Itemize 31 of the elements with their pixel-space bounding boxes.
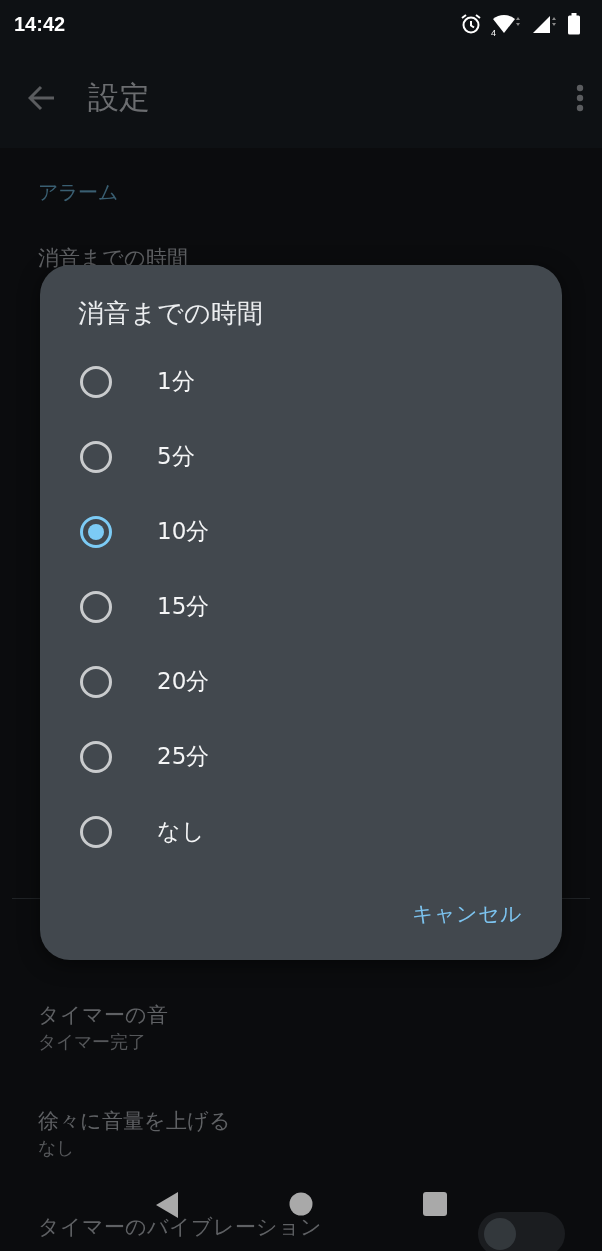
radio-button[interactable]	[80, 515, 112, 548]
radio-button[interactable]	[80, 740, 112, 773]
setting-value: なし	[38, 1137, 75, 1159]
cancel-button[interactable]: キャンセル	[412, 899, 522, 929]
option-label[interactable]: 25分	[157, 741, 210, 772]
option-label[interactable]: 1分	[157, 366, 195, 397]
more-options-icon[interactable]	[576, 84, 584, 112]
battery-icon	[568, 13, 580, 35]
radio-button[interactable]	[80, 590, 112, 623]
signal-icon	[532, 14, 558, 34]
option-label[interactable]: 10分	[157, 516, 210, 547]
radio-button[interactable]	[80, 365, 112, 398]
status-time: 14:42	[14, 12, 66, 36]
setting-value: タイマー完了	[38, 1031, 147, 1053]
screen-title: 設定	[88, 78, 151, 117]
section-header: アラーム	[38, 180, 119, 204]
back-arrow-icon[interactable]	[28, 85, 56, 111]
option-label[interactable]: 15分	[157, 591, 210, 622]
wifi-network-label: 4	[491, 28, 496, 38]
option-label[interactable]: 20分	[157, 666, 210, 697]
home-icon[interactable]	[289, 1192, 313, 1216]
radio-button[interactable]	[80, 440, 112, 473]
radio-button[interactable]	[80, 665, 112, 698]
dialog-title: 消音までの時間	[78, 298, 264, 328]
option-label[interactable]: なし	[157, 816, 205, 847]
back-icon[interactable]	[155, 1192, 179, 1218]
toggle-switch[interactable]	[478, 1212, 565, 1251]
radio-button[interactable]	[80, 815, 112, 848]
wifi-icon	[492, 14, 522, 34]
option-label[interactable]: 5分	[157, 441, 195, 472]
alarm-clock-icon	[460, 13, 482, 35]
